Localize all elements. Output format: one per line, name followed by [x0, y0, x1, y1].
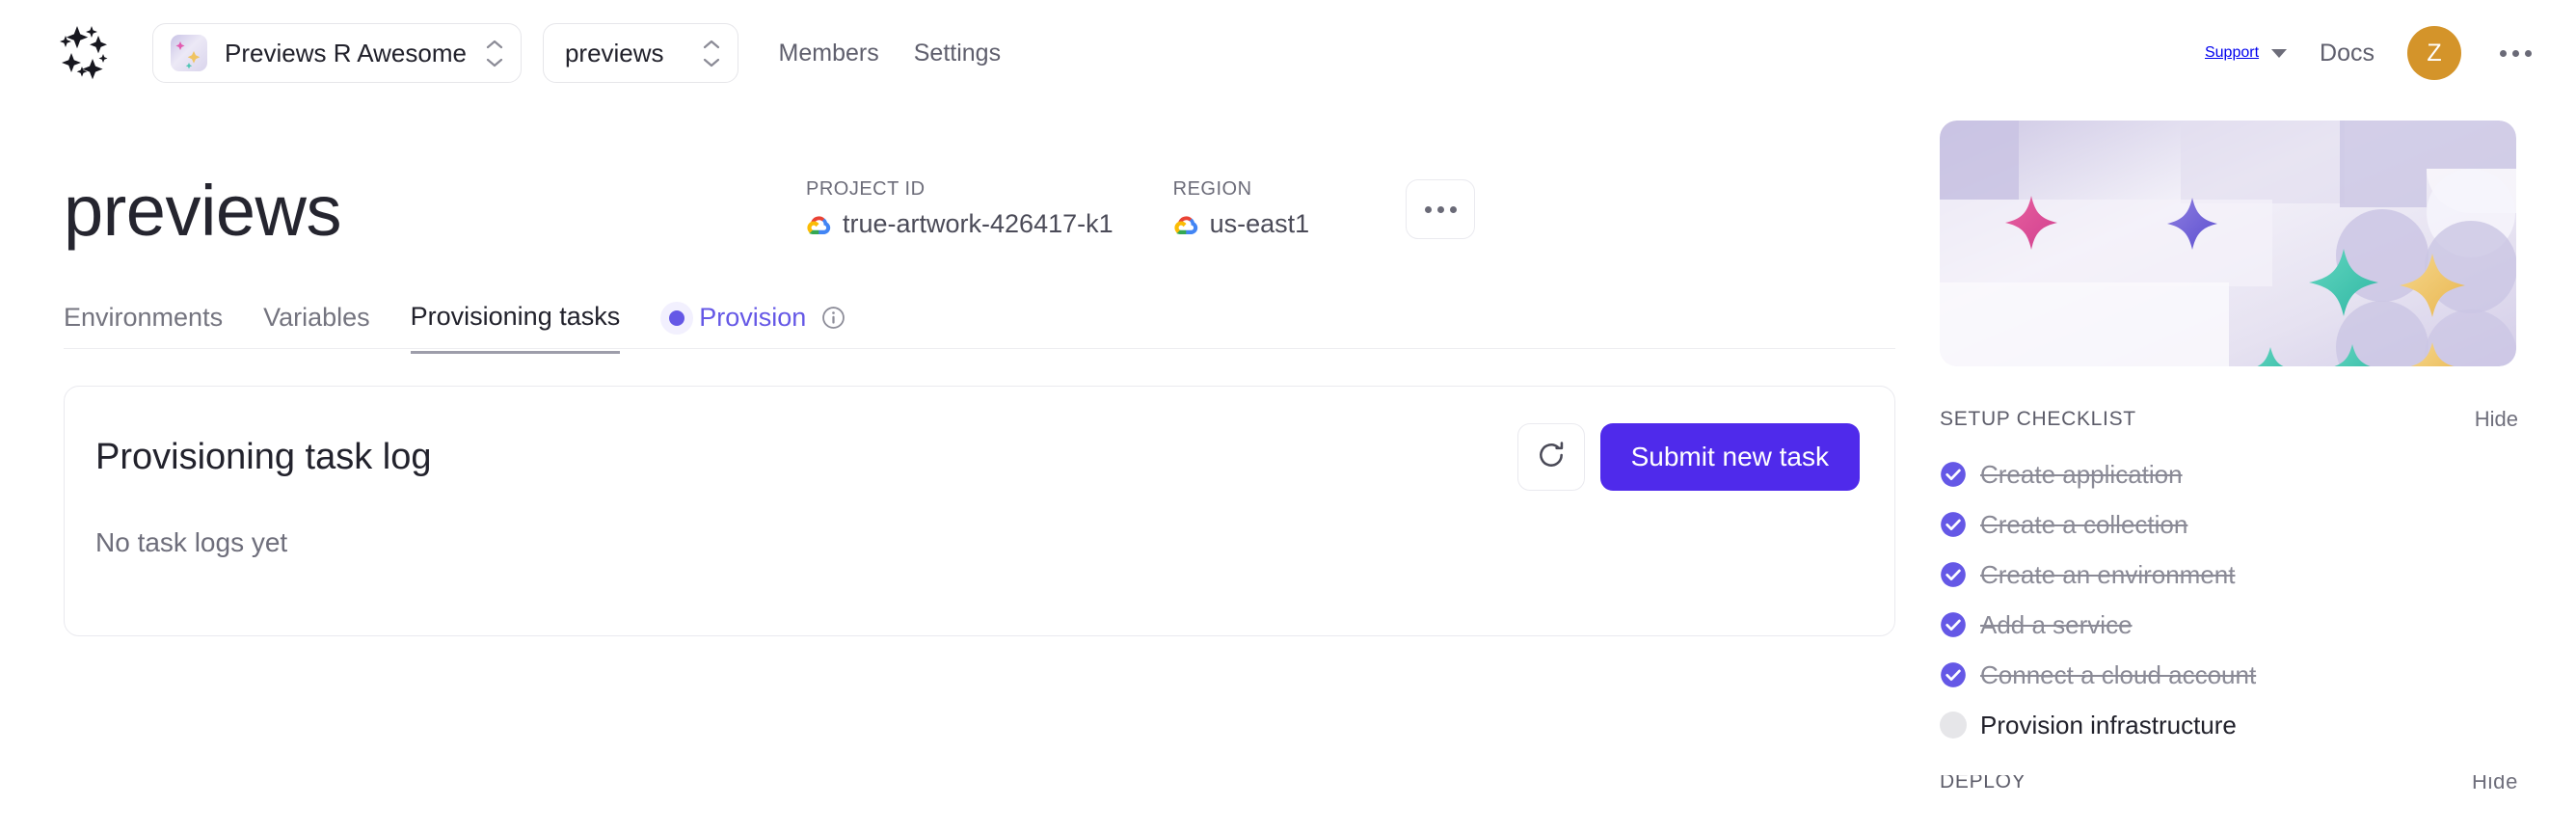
tab-provisioning-tasks[interactable]: Provisioning tasks — [410, 302, 621, 354]
checklist-hide-link[interactable]: Hide — [2475, 407, 2518, 432]
top-nav: Members Settings — [779, 40, 1002, 67]
checklist-item[interactable]: Create application — [1940, 449, 2518, 499]
more-options-icon[interactable] — [2494, 44, 2537, 63]
check-circle-icon — [1940, 661, 1967, 688]
checklist-item-label: Create an environment — [1980, 559, 2236, 589]
page-more-actions-button[interactable] — [1406, 179, 1476, 239]
org-switcher-stepper-icon[interactable] — [484, 35, 505, 71]
tab-environments[interactable]: Environments — [64, 303, 223, 352]
checklist-item-label: Create application — [1980, 459, 2183, 489]
avatar[interactable]: Z — [2407, 26, 2461, 80]
sidebar: SETUP CHECKLIST Hide Create application — [1940, 106, 2518, 789]
meta-region-value-row: us-east1 — [1173, 209, 1310, 239]
org-switcher-label: Previews R Awesome — [225, 38, 467, 67]
support-menu[interactable]: Support — [2205, 44, 2288, 62]
main-column: previews PROJECT ID true-artwork-426417-… — [64, 106, 1895, 789]
next-section-header: DEPLOY Hide — [1940, 775, 2518, 789]
tab-bar: Environments Variables Provisioning task… — [64, 289, 1895, 354]
check-circle-icon — [1940, 461, 1967, 488]
checklist-item[interactable]: Create an environment — [1940, 550, 2518, 600]
checklist-item-label: Add a service — [1980, 609, 2133, 639]
submit-new-task-button[interactable]: Submit new task — [1599, 423, 1860, 491]
meta-project-id: PROJECT ID true-artwork-426417-k1 — [806, 178, 1114, 239]
app-thumbnail-icon — [171, 35, 207, 71]
nav-item-settings[interactable]: Settings — [914, 40, 1001, 67]
chevron-down-icon — [2271, 48, 2288, 58]
empty-state-text: No task logs yet — [95, 527, 288, 557]
project-switcher[interactable]: previews — [542, 23, 738, 83]
meta-project-id-value: true-artwork-426417-k1 — [843, 209, 1114, 238]
next-section-title: DEPLOY — [1940, 775, 2026, 789]
page-header: previews PROJECT ID true-artwork-426417-… — [64, 106, 1895, 251]
top-bar-right: Support Docs Z — [2205, 26, 2537, 80]
meta-region-value: us-east1 — [1209, 209, 1310, 238]
tab-variables[interactable]: Variables — [263, 303, 370, 352]
org-switcher[interactable]: Previews R Awesome — [152, 23, 522, 83]
meta-project-id-label: PROJECT ID — [806, 178, 926, 200]
next-section-hide-link[interactable]: Hide — [2472, 775, 2518, 789]
setup-checklist-header: SETUP CHECKLIST Hide — [1940, 407, 2518, 432]
provision-link[interactable]: Provision — [660, 301, 846, 354]
project-switcher-label: previews — [564, 38, 664, 67]
empty-circle-icon — [1940, 712, 1967, 739]
provision-label: Provision — [699, 303, 807, 332]
check-circle-icon — [1940, 561, 1967, 588]
card-header: Provisioning task log Submit new task — [95, 423, 1860, 491]
project-meta: PROJECT ID true-artwork-426417-k1 REGION… — [806, 178, 1476, 239]
checklist-item[interactable]: Create a collection — [1940, 499, 2518, 550]
nav-item-members[interactable]: Members — [779, 40, 879, 67]
google-cloud-icon — [806, 211, 833, 238]
checklist-item[interactable]: Connect a cloud account — [1940, 650, 2518, 700]
top-bar: Previews R Awesome previews Members Sett… — [0, 0, 2576, 106]
status-dot-icon — [660, 301, 694, 335]
setup-checklist-title: SETUP CHECKLIST — [1940, 408, 2136, 430]
meta-region: REGION us-east1 — [1173, 178, 1310, 239]
support-label[interactable]: Support — [2205, 44, 2259, 62]
setup-checklist: Create application Create a collection C… — [1940, 449, 2518, 750]
card-title: Provisioning task log — [95, 436, 432, 477]
provisioning-task-log-card: Provisioning task log Submit new task No… — [64, 386, 1895, 636]
card-actions: Submit new task — [1516, 423, 1860, 491]
sparkle-cluster-logo[interactable] — [56, 22, 118, 84]
google-cloud-icon — [1173, 211, 1200, 238]
info-icon[interactable] — [820, 305, 846, 331]
refresh-button[interactable] — [1516, 423, 1585, 491]
checklist-item[interactable]: Add a service — [1940, 600, 2518, 650]
checklist-item[interactable]: Provision infrastructure — [1940, 700, 2518, 750]
meta-project-id-value-row: true-artwork-426417-k1 — [806, 209, 1114, 239]
check-circle-icon — [1940, 511, 1967, 538]
docs-nav: Docs — [2320, 40, 2375, 67]
checklist-item-label: Create a collection — [1980, 509, 2188, 539]
docs-link[interactable]: Docs — [2320, 40, 2375, 67]
meta-region-label: REGION — [1172, 178, 1252, 200]
project-switcher-stepper-icon[interactable] — [701, 35, 722, 71]
checklist-item-label: Provision infrastructure — [1980, 710, 2237, 739]
decorative-sparkles-banner — [1940, 121, 2516, 366]
check-circle-icon — [1940, 611, 1967, 638]
page-body: previews PROJECT ID true-artwork-426417-… — [0, 106, 2576, 789]
checklist-item-label: Connect a cloud account — [1980, 659, 2257, 689]
refresh-icon — [1536, 440, 1567, 475]
page-title: previews — [64, 171, 342, 251]
